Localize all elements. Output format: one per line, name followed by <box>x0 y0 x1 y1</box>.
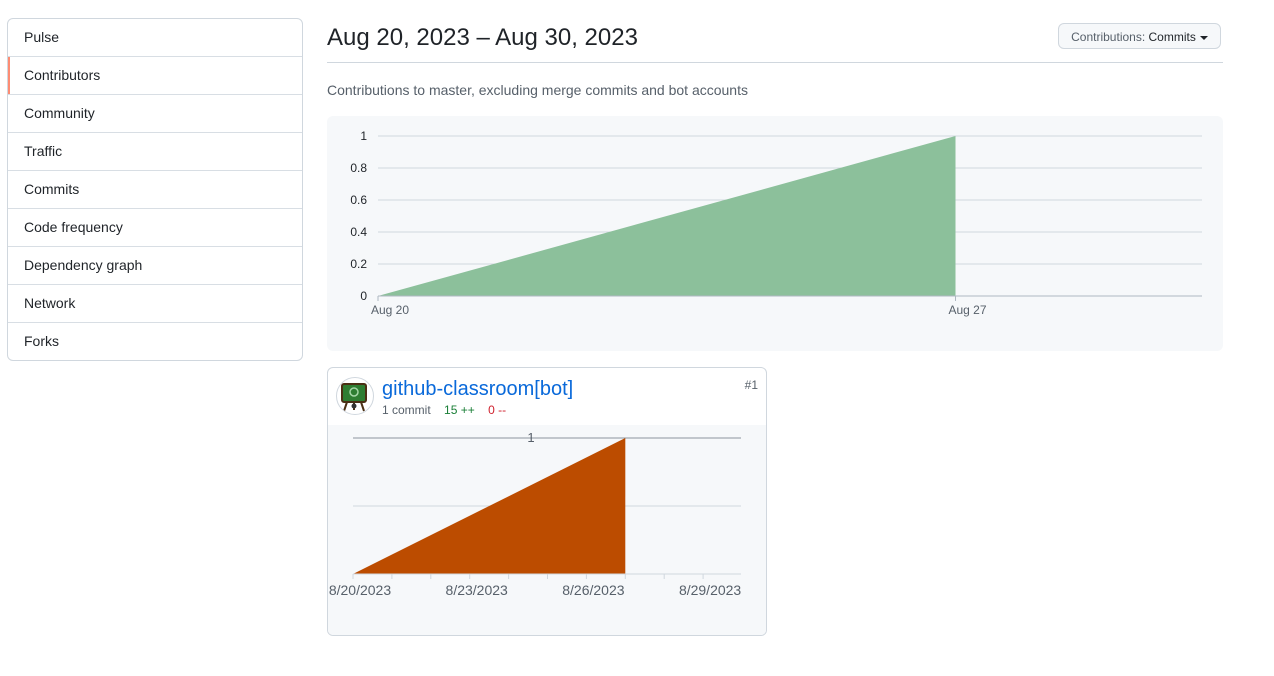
y-tick-label: 0 <box>360 289 367 303</box>
contributor-name-link[interactable]: github-classroom[bot] <box>382 378 573 401</box>
contributor-stats: 1 commit 15 ++ 0 -- <box>382 403 506 417</box>
x-tick-label: Aug 27 <box>948 303 986 317</box>
deletions-count: 0 -- <box>488 403 507 417</box>
contributions-area <box>378 136 956 296</box>
contributor-chart-svg: 1 8/20/2023 8/23/2023 8/26/2023 8/29/2023 <box>329 430 742 598</box>
contributions-chart: 0 0.2 0.4 0.6 0.8 1 Aug 20 Aug 27 <box>327 116 1223 351</box>
y-tick-label: 0.8 <box>350 161 367 175</box>
y-tick-label: 1 <box>360 129 367 143</box>
y-tick-label: 1 <box>527 430 534 445</box>
sidebar-item-community[interactable]: Community <box>8 94 302 132</box>
sidebar-item-contributors[interactable]: Contributors <box>8 56 302 94</box>
insights-sidebar: Pulse Contributors Community Traffic Commits… <box>7 18 303 361</box>
x-tick-label: Aug 20 <box>371 303 409 317</box>
date-range-title: Aug 20, 2023 – Aug 30, 2023 <box>327 24 638 51</box>
y-tick-label: 0.2 <box>350 257 367 271</box>
y-tick-label: 0.6 <box>350 193 367 207</box>
x-tick-label: 8/29/2023 <box>679 582 741 598</box>
classroom-easel-icon <box>341 383 367 412</box>
sidebar-item-pulse[interactable]: Pulse <box>8 19 302 56</box>
x-tick-label: 8/20/2023 <box>329 582 391 598</box>
contributor-card: github-classroom[bot] 1 commit 15 ++ 0 -… <box>327 367 767 636</box>
contributions-chart-svg: 0 0.2 0.4 0.6 0.8 1 Aug 20 Aug 27 <box>350 129 1202 317</box>
contributions-value: Commits <box>1148 30 1196 44</box>
sidebar-item-traffic[interactable]: Traffic <box>8 132 302 170</box>
contributions-subtitle: Contributions to master, excluding merge… <box>327 82 748 98</box>
sidebar-item-commits[interactable]: Commits <box>8 170 302 208</box>
avatar[interactable] <box>336 377 374 415</box>
sidebar-item-forks[interactable]: Forks <box>8 322 302 360</box>
contributions-type-dropdown[interactable]: Contributions: Commits <box>1058 23 1221 49</box>
additions-count: 15 ++ <box>444 403 475 417</box>
header-divider <box>327 62 1223 63</box>
y-tick-label: 0.4 <box>350 225 367 239</box>
x-tick-label: 8/23/2023 <box>446 582 508 598</box>
caret-down-icon <box>1199 35 1208 40</box>
sidebar-item-dependency-graph[interactable]: Dependency graph <box>8 246 302 284</box>
contributor-card-header: github-classroom[bot] 1 commit 15 ++ 0 -… <box>328 368 766 426</box>
contributions-label: Contributions: <box>1071 30 1146 44</box>
x-tick-label: 8/26/2023 <box>562 582 624 598</box>
contributor-chart: 1 8/20/2023 8/23/2023 8/26/2023 8/29/2023 <box>328 425 766 635</box>
contributor-rank: #1 <box>744 378 758 392</box>
sidebar-item-network[interactable]: Network <box>8 284 302 322</box>
commit-count: 1 commit <box>382 403 431 417</box>
sidebar-item-code-frequency[interactable]: Code frequency <box>8 208 302 246</box>
